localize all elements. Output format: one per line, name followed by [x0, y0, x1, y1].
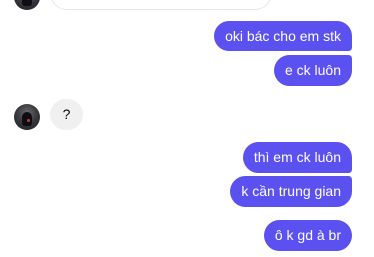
message-bubble-outgoing[interactable]: oki bác cho em stk [214, 21, 352, 51]
message-bubble-outgoing[interactable]: ô k gd à br [263, 220, 352, 251]
avatar-detail [27, 119, 30, 122]
contact-avatar[interactable] [14, 104, 40, 130]
message-bubble-incoming[interactable]: ? [50, 99, 83, 130]
message-bubble-outgoing[interactable]: e ck luôn [273, 55, 352, 86]
message-bubble-outgoing[interactable]: k cần trung gian [230, 176, 352, 207]
message-bubble-outgoing[interactable]: thì em ck luôn [242, 142, 352, 173]
previous-message-bubble [50, 0, 272, 10]
contact-avatar[interactable] [14, 0, 40, 10]
avatar-photo [22, 0, 32, 6]
